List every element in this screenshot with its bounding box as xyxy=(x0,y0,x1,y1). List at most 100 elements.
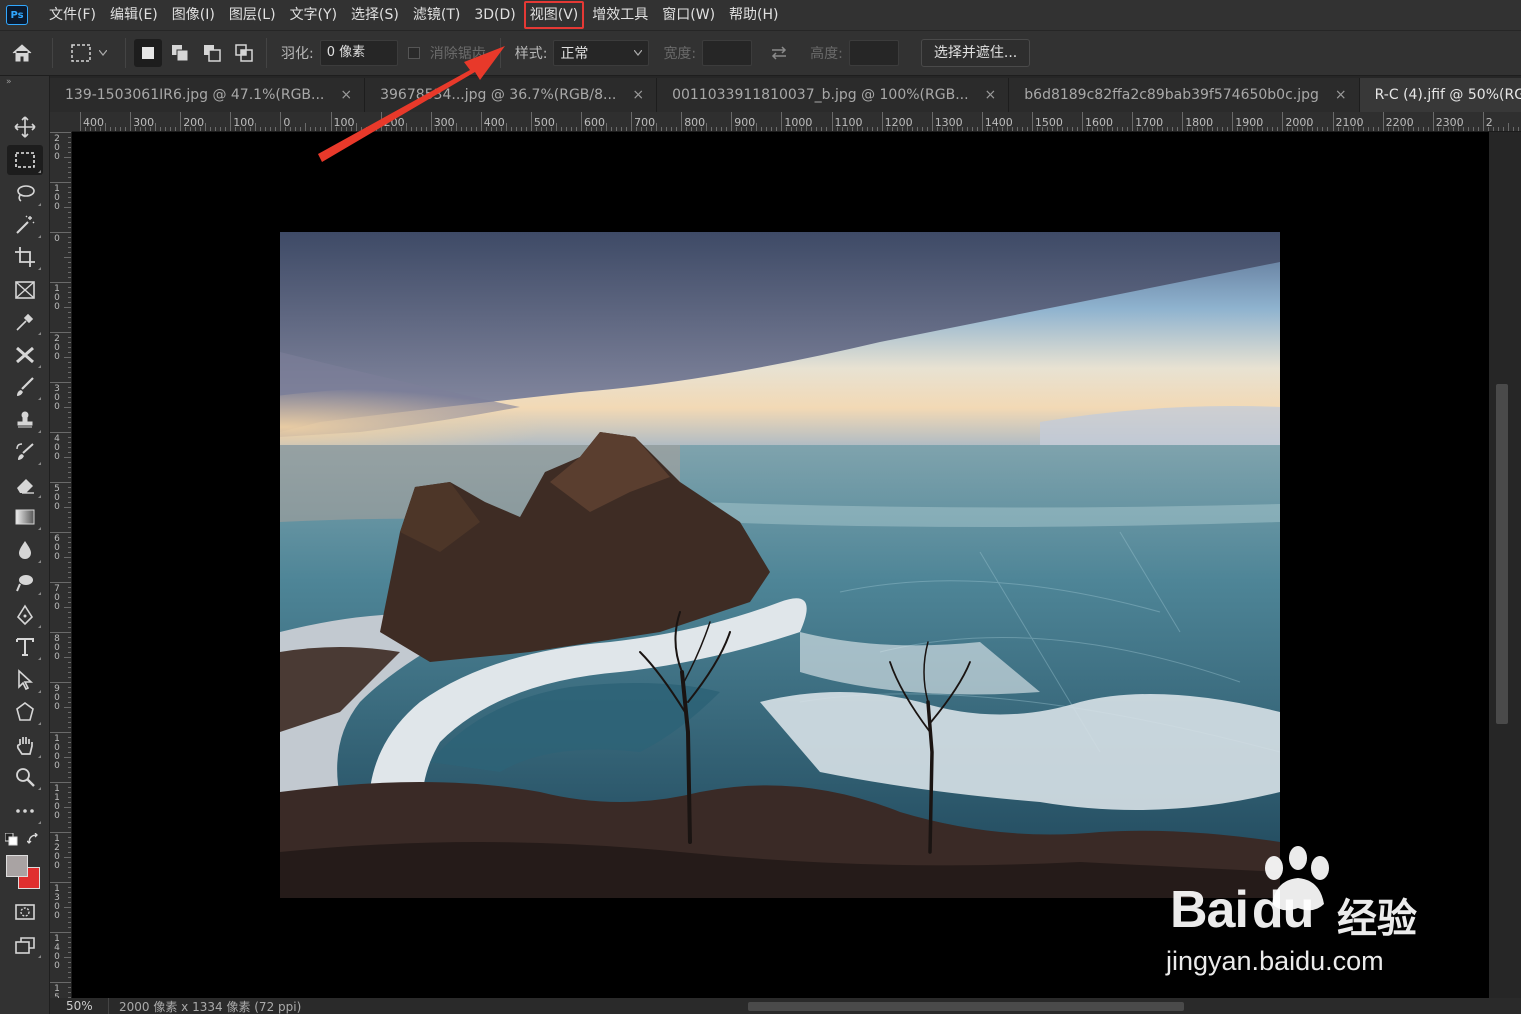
new-selection-button[interactable] xyxy=(134,39,162,67)
document-tab-4[interactable]: R-C (4).jfif @ 50%(RGB/8)× xyxy=(1359,78,1521,112)
zoom-level[interactable]: 50% xyxy=(50,999,108,1013)
menu-item-2[interactable]: 图像(I) xyxy=(165,0,222,30)
eyedropper-icon[interactable] xyxy=(7,307,43,337)
menu-item-9[interactable]: 增效工具 xyxy=(585,0,655,30)
close-tab-icon[interactable]: × xyxy=(340,87,352,103)
ruler-minor-tick xyxy=(776,127,778,131)
blur-icon[interactable] xyxy=(7,535,43,565)
menu-item-6[interactable]: 滤镜(T) xyxy=(406,0,467,30)
ruler-origin[interactable] xyxy=(50,112,72,132)
horizontal-scroll-thumb[interactable] xyxy=(748,1002,1184,1011)
tool-preset-picker[interactable] xyxy=(61,36,117,70)
width-input[interactable] xyxy=(702,40,753,66)
document-image[interactable] xyxy=(280,232,1280,898)
close-tab-icon[interactable]: × xyxy=(1335,87,1347,103)
frame-icon[interactable] xyxy=(7,275,43,305)
rectangular-marquee-icon[interactable] xyxy=(7,145,43,175)
select-and-mask-button[interactable]: 选择并遮住... xyxy=(920,39,1031,67)
menu-item-8[interactable]: 视图(V) xyxy=(523,0,586,30)
pen-icon[interactable] xyxy=(7,600,43,630)
dodge-icon[interactable] xyxy=(7,567,43,597)
document-info[interactable]: 2000 像素 x 1334 像素 (72 ppi) xyxy=(108,997,301,1014)
document-tab-2[interactable]: 0011033911810037_b.jpg @ 100%(RGB... × xyxy=(657,78,1010,112)
eraser-icon[interactable] xyxy=(7,470,43,500)
menu-item-7[interactable]: 3D(D) xyxy=(467,0,522,30)
style-select[interactable]: 正常 xyxy=(553,40,650,66)
feather-input[interactable]: 0 像素 xyxy=(319,40,398,66)
menu-item-10[interactable]: 窗口(W) xyxy=(655,0,722,30)
ruler-tick xyxy=(180,112,182,131)
chevron-down-icon xyxy=(634,50,643,56)
home-icon xyxy=(12,44,32,62)
ruler-minor-tick xyxy=(405,123,407,131)
height-input[interactable] xyxy=(848,40,899,66)
ruler-tick xyxy=(581,112,582,131)
default-colors-icon[interactable] xyxy=(4,832,19,847)
foreground-color-swatch[interactable] xyxy=(6,855,28,877)
ruler-minor-tick xyxy=(866,127,868,131)
document-tabs: 139-1503061IR6.jpg @ 47.1%(RGB... × 396785… xyxy=(50,76,1521,112)
quick-mask-icon[interactable] xyxy=(7,897,43,927)
ruler-label: 600 xyxy=(584,116,605,129)
swap-colors-icon[interactable] xyxy=(26,832,41,847)
magic-wand-icon[interactable] xyxy=(7,210,43,240)
ruler-minor-tick xyxy=(465,127,467,131)
close-tab-icon[interactable]: × xyxy=(632,87,644,103)
ruler-minor-tick xyxy=(315,127,317,131)
horizontal-ruler[interactable]: 400 300 200 100 0 100 200 300 400 500 600 700 800 900… xyxy=(72,112,1521,132)
healing-brush-icon[interactable] xyxy=(7,340,43,370)
width-label: 宽度: xyxy=(663,46,697,62)
screen-mode-icon[interactable] xyxy=(7,930,43,960)
clone-stamp-icon[interactable] xyxy=(7,405,43,435)
close-tab-icon[interactable]: × xyxy=(985,87,997,103)
ruler-minor-tick xyxy=(1026,127,1028,131)
ruler-minor-tick xyxy=(64,607,71,608)
home-button[interactable] xyxy=(0,30,44,76)
gradient-icon[interactable] xyxy=(7,502,43,532)
ruler-minor-tick xyxy=(671,127,673,131)
history-brush-icon[interactable] xyxy=(7,437,43,467)
document-tab-3[interactable]: b6d8189c82ffa2c89bab39f574650b0c.jpg × xyxy=(1009,78,1360,112)
swap-dimensions-button[interactable] xyxy=(764,46,794,60)
horizontal-scrollbar[interactable] xyxy=(400,1000,1521,1012)
collapse-toolbar-button[interactable]: » xyxy=(0,76,49,90)
menu-item-0[interactable]: 文件(F) xyxy=(42,0,103,30)
ruler-tick xyxy=(50,582,71,583)
vertical-scroll-thumb[interactable] xyxy=(1496,384,1508,724)
ruler-minor-tick xyxy=(1272,127,1274,131)
menu-item-3[interactable]: 图层(L) xyxy=(222,0,283,30)
type-icon[interactable] xyxy=(7,632,43,662)
menu-item-5[interactable]: 选择(S) xyxy=(344,0,406,30)
shape-icon[interactable] xyxy=(7,697,43,727)
ruler-minor-tick xyxy=(270,127,272,131)
ruler-tick xyxy=(430,112,432,131)
crop-icon[interactable] xyxy=(7,242,43,272)
brush-icon[interactable] xyxy=(7,372,43,402)
hand-icon[interactable] xyxy=(7,730,43,760)
ruler-minor-tick xyxy=(1177,127,1179,131)
ruler-label: 200 xyxy=(383,116,405,129)
vertical-ruler[interactable]: 200 100 0 100 200 300 400 500 600 700 800 900 1000 11… xyxy=(50,132,72,998)
path-selection-icon[interactable] xyxy=(7,665,43,695)
menu-item-4[interactable]: 文字(Y) xyxy=(283,0,344,30)
intersect-selection-button[interactable] xyxy=(230,39,258,67)
antialias-checkbox[interactable] xyxy=(407,47,420,59)
ruler-tick xyxy=(380,112,382,131)
move-tool-icon[interactable] xyxy=(7,112,43,142)
lasso-icon[interactable] xyxy=(7,178,43,208)
ruler-minor-tick xyxy=(265,127,267,131)
vertical-scrollbar[interactable] xyxy=(1489,132,1521,998)
menu-item-1[interactable]: 编辑(E) xyxy=(103,0,165,30)
ruler-minor-tick xyxy=(295,127,297,131)
ruler-tick xyxy=(631,112,633,131)
more-tools-icon[interactable] xyxy=(7,796,43,826)
subtract-from-selection-button[interactable] xyxy=(198,39,226,67)
ruler-minor-tick xyxy=(1227,127,1229,131)
document-tab-1[interactable]: 39678534...jpg @ 36.7%(RGB/8... × xyxy=(365,78,658,112)
zoom-icon[interactable] xyxy=(7,762,43,792)
ruler-label: 1400 xyxy=(984,116,1013,129)
menu-item-11[interactable]: 帮助(H) xyxy=(722,0,785,30)
document-tab-0[interactable]: 139-1503061IR6.jpg @ 47.1%(RGB... × xyxy=(50,78,366,112)
add-to-selection-button[interactable] xyxy=(166,39,194,67)
ruler-tick xyxy=(50,232,71,233)
